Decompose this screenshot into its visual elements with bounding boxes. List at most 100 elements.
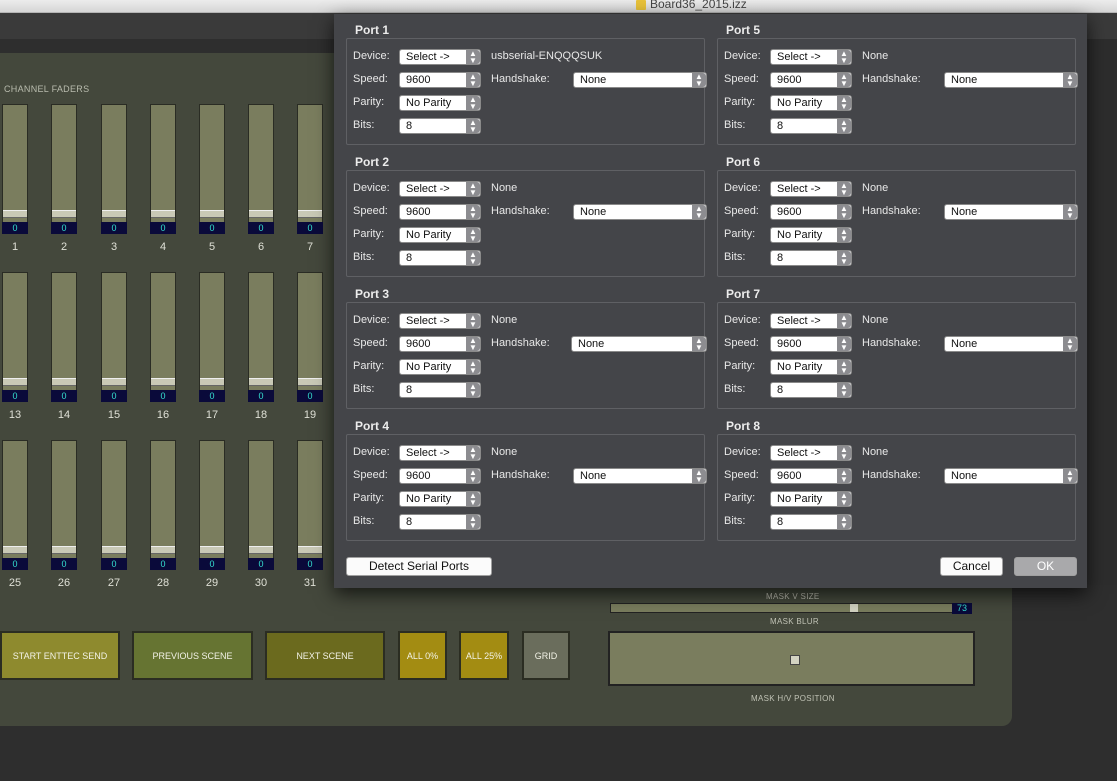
fader-knob[interactable]	[52, 546, 76, 554]
channel-fader[interactable]: 0	[199, 104, 225, 234]
mask-blur-slider[interactable]	[610, 603, 970, 613]
parity-select[interactable]: No Parity ▲ ▼	[770, 95, 852, 111]
channel-fader[interactable]: 0	[297, 272, 323, 402]
bits-select[interactable]: 8 ▲ ▼	[770, 514, 852, 530]
speed-select[interactable]: 9600 ▲ ▼	[399, 468, 481, 484]
detect-serial-ports-button[interactable]: Detect Serial Ports	[346, 557, 492, 576]
channel-fader[interactable]: 0	[101, 272, 127, 402]
handshake-select[interactable]: None ▲ ▼	[944, 72, 1078, 88]
bits-select[interactable]: 8 ▲ ▼	[770, 382, 852, 398]
start-enttec-send-button[interactable]: START ENTTEC SEND	[0, 631, 120, 680]
fader-track[interactable]	[199, 440, 225, 562]
device-select[interactable]: Select -> ▲ ▼	[770, 445, 852, 461]
bits-select[interactable]: 8 ▲ ▼	[399, 514, 481, 530]
fader-knob[interactable]	[200, 546, 224, 554]
fader-knob[interactable]	[151, 546, 175, 554]
mask-hv-position-pad[interactable]	[608, 631, 975, 686]
fader-track[interactable]	[248, 104, 274, 226]
fader-knob[interactable]	[52, 378, 76, 386]
fader-track[interactable]	[248, 272, 274, 394]
channel-fader[interactable]: 0	[51, 104, 77, 234]
fader-knob[interactable]	[200, 210, 224, 218]
parity-select[interactable]: No Parity ▲ ▼	[399, 95, 481, 111]
device-select[interactable]: Select -> ▲ ▼	[399, 445, 481, 461]
fader-track[interactable]	[51, 272, 77, 394]
channel-fader[interactable]: 0	[248, 104, 274, 234]
fader-track[interactable]	[199, 104, 225, 226]
previous-scene-button[interactable]: PREVIOUS SCENE	[132, 631, 253, 680]
fader-knob[interactable]	[298, 378, 322, 386]
fader-knob[interactable]	[249, 378, 273, 386]
next-scene-button[interactable]: NEXT SCENE	[265, 631, 385, 680]
fader-track[interactable]	[199, 272, 225, 394]
bits-select[interactable]: 8 ▲ ▼	[770, 250, 852, 266]
fader-knob[interactable]	[151, 210, 175, 218]
fader-track[interactable]	[2, 272, 28, 394]
device-select[interactable]: Select -> ▲ ▼	[770, 49, 852, 65]
fader-track[interactable]	[297, 440, 323, 562]
handshake-select[interactable]: None ▲ ▼	[571, 336, 707, 352]
parity-select[interactable]: No Parity ▲ ▼	[399, 227, 481, 243]
speed-select[interactable]: 9600 ▲ ▼	[399, 204, 481, 220]
channel-fader[interactable]: 0	[297, 104, 323, 234]
handshake-select[interactable]: None ▲ ▼	[573, 204, 707, 220]
device-select[interactable]: Select -> ▲ ▼	[399, 181, 481, 197]
channel-fader[interactable]: 0	[51, 440, 77, 570]
channel-fader[interactable]: 0	[199, 272, 225, 402]
ok-button[interactable]: OK	[1014, 557, 1077, 576]
parity-select[interactable]: No Parity ▲ ▼	[770, 227, 852, 243]
bits-select[interactable]: 8 ▲ ▼	[399, 382, 481, 398]
fader-track[interactable]	[101, 104, 127, 226]
bits-select[interactable]: 8 ▲ ▼	[399, 118, 481, 134]
fader-track[interactable]	[297, 104, 323, 226]
fader-track[interactable]	[150, 104, 176, 226]
fader-knob[interactable]	[298, 546, 322, 554]
channel-fader[interactable]: 0	[2, 272, 28, 402]
channel-fader[interactable]: 0	[150, 272, 176, 402]
bits-select[interactable]: 8 ▲ ▼	[399, 250, 481, 266]
all-25-button[interactable]: ALL 25%	[459, 631, 509, 680]
channel-fader[interactable]: 0	[248, 272, 274, 402]
handshake-select[interactable]: None ▲ ▼	[944, 336, 1078, 352]
device-select[interactable]: Select -> ▲ ▼	[399, 313, 481, 329]
speed-select[interactable]: 9600 ▲ ▼	[770, 204, 852, 220]
position-handle[interactable]	[790, 655, 800, 665]
fader-track[interactable]	[2, 440, 28, 562]
fader-knob[interactable]	[249, 210, 273, 218]
channel-fader[interactable]: 0	[2, 440, 28, 570]
parity-select[interactable]: No Parity ▲ ▼	[399, 491, 481, 507]
speed-select[interactable]: 9600 ▲ ▼	[770, 72, 852, 88]
device-select[interactable]: Select -> ▲ ▼	[770, 313, 852, 329]
channel-fader[interactable]: 0	[150, 440, 176, 570]
channel-fader[interactable]: 0	[199, 440, 225, 570]
fader-knob[interactable]	[298, 210, 322, 218]
channel-fader[interactable]: 0	[297, 440, 323, 570]
fader-track[interactable]	[2, 104, 28, 226]
parity-select[interactable]: No Parity ▲ ▼	[770, 359, 852, 375]
fader-knob[interactable]	[3, 546, 27, 554]
all-0-button[interactable]: ALL 0%	[398, 631, 447, 680]
fader-track[interactable]	[297, 272, 323, 394]
fader-knob[interactable]	[102, 546, 126, 554]
fader-knob[interactable]	[200, 378, 224, 386]
handshake-select[interactable]: None ▲ ▼	[573, 468, 707, 484]
slider-thumb[interactable]	[850, 604, 858, 612]
speed-select[interactable]: 9600 ▲ ▼	[399, 336, 481, 352]
fader-knob[interactable]	[52, 210, 76, 218]
handshake-select[interactable]: None ▲ ▼	[944, 468, 1078, 484]
channel-fader[interactable]: 0	[248, 440, 274, 570]
fader-knob[interactable]	[102, 378, 126, 386]
cancel-button[interactable]: Cancel	[940, 557, 1003, 576]
channel-fader[interactable]: 0	[2, 104, 28, 234]
speed-select[interactable]: 9600 ▲ ▼	[770, 336, 852, 352]
speed-select[interactable]: 9600 ▲ ▼	[399, 72, 481, 88]
channel-fader[interactable]: 0	[150, 104, 176, 234]
grid-button[interactable]: GRID	[522, 631, 570, 680]
fader-knob[interactable]	[151, 378, 175, 386]
parity-select[interactable]: No Parity ▲ ▼	[770, 491, 852, 507]
fader-track[interactable]	[51, 104, 77, 226]
fader-knob[interactable]	[3, 378, 27, 386]
fader-track[interactable]	[150, 440, 176, 562]
fader-knob[interactable]	[102, 210, 126, 218]
device-select[interactable]: Select -> ▲ ▼	[399, 49, 481, 65]
